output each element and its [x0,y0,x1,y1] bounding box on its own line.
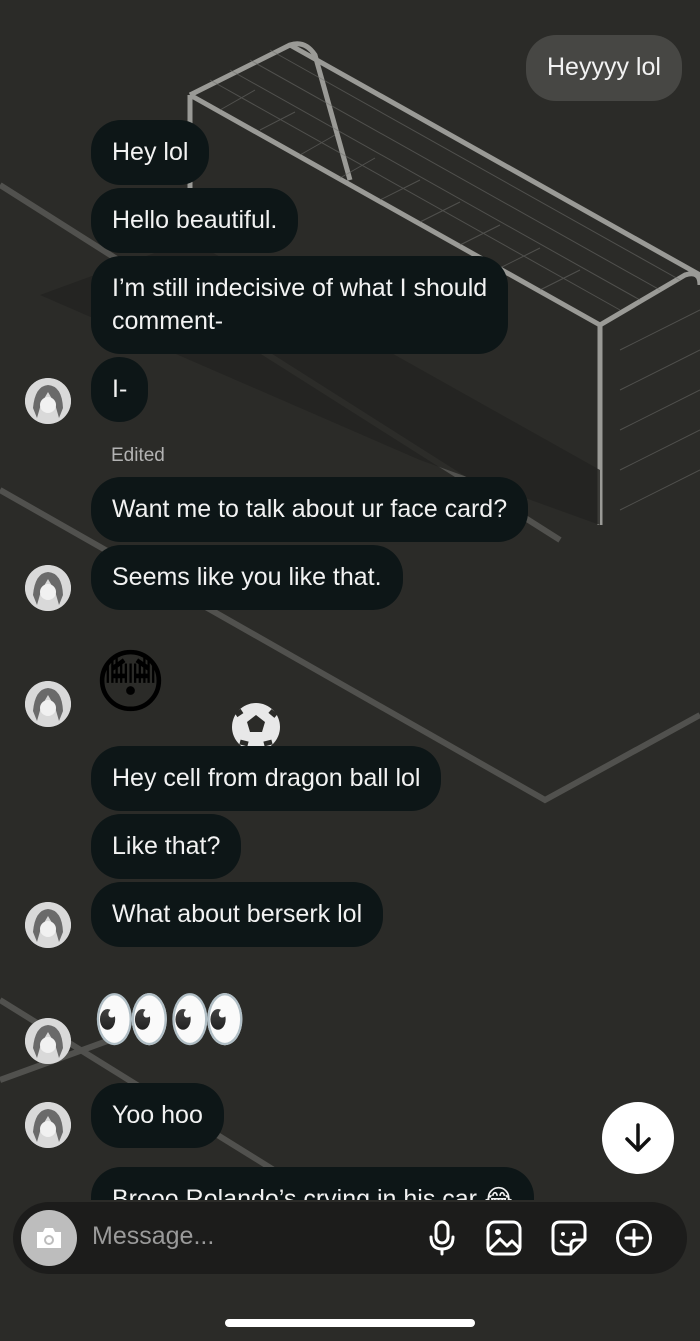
add-icon [616,1220,652,1256]
incoming-message[interactable]: Yoo hoo [91,1083,224,1148]
message-text: Seems like you like that. [112,563,382,591]
message-text: Yoo hoo [112,1101,203,1129]
incoming-message[interactable]: Want me to talk about ur face card? [91,477,529,542]
home-indicator[interactable] [225,1319,475,1327]
incoming-message[interactable]: Hey lol [91,120,210,185]
gallery-button[interactable] [483,1217,525,1259]
incoming-message[interactable]: What about berserk lol [91,882,384,947]
message-text: Heyyyy lol [547,53,661,81]
message-text: Hey cell from dragon ball lol [112,764,421,792]
message-text-line: I’m still indecisive of what I should [112,274,488,302]
incoming-message[interactable]: Hey cell from dragon ball lol [91,746,442,811]
avatar[interactable] [25,378,71,424]
incoming-message[interactable]: I- [91,357,149,422]
emoji-message[interactable]: 👀👀 [92,980,247,1058]
message-text: Like that? [112,832,221,860]
edited-label: Edited [111,445,165,466]
outgoing-message[interactable]: Heyyyy lol [526,35,682,101]
avatar[interactable] [25,681,71,727]
message-text: What about berserk lol [112,900,363,928]
message-composer: Message... [13,1202,687,1274]
message-text: Hello beautiful. [112,206,278,234]
message-text-line: comment- [112,307,224,335]
incoming-message[interactable]: Hello beautiful. [91,188,299,253]
microphone-icon [429,1220,455,1256]
avatar[interactable] [25,565,71,611]
message-text: Want me to talk about ur face card? [112,495,508,523]
sticker-icon [551,1220,587,1256]
gallery-icon [486,1220,522,1256]
avatar[interactable] [25,1018,71,1064]
sticker-button[interactable] [548,1217,590,1259]
message-text: I- [112,375,128,403]
camera-icon [37,1228,61,1248]
emoji-message[interactable]: 😳 [94,640,167,724]
microphone-button[interactable] [421,1217,463,1259]
incoming-message[interactable]: Seems like you like that. [91,545,403,610]
add-button[interactable] [613,1217,655,1259]
incoming-message[interactable]: I’m still indecisive of what I should co… [91,256,509,354]
soccer-ball-icon [232,703,280,751]
message-input[interactable]: Message... [92,1222,214,1251]
message-text: Hey lol [112,138,189,166]
camera-button[interactable] [21,1210,77,1266]
avatar[interactable] [25,1102,71,1148]
incoming-message[interactable]: Like that? [91,814,242,879]
avatar[interactable] [25,902,71,948]
scroll-to-bottom-button[interactable] [602,1102,674,1174]
arrow-down-icon [625,1123,651,1152]
